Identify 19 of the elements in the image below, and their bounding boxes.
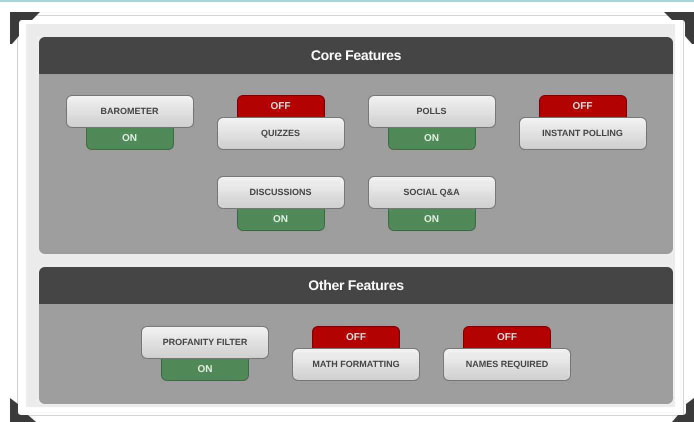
feature-label-button[interactable]: BAROMETER: [66, 95, 194, 128]
feature-label-button[interactable]: DISCUSSIONS: [216, 176, 344, 209]
off-toggle[interactable]: OFF: [538, 95, 626, 117]
off-toggle[interactable]: OFF: [312, 326, 400, 348]
feature-label-button[interactable]: MATH FORMATTING: [292, 348, 420, 381]
feature-label-button[interactable]: INSTANT POLLING: [518, 117, 646, 150]
corner-bracket-icon: [10, 12, 40, 44]
corner-bracket-icon: [10, 398, 36, 422]
feature-label-button[interactable]: PROFANITY FILTER: [141, 326, 269, 359]
section-title: Other Features: [308, 276, 404, 295]
feature-label-button[interactable]: POLLS: [368, 95, 496, 128]
section-title: Core Features: [310, 46, 402, 65]
corner-bracket-icon: [672, 398, 694, 422]
feature-label-button[interactable]: QUIZZES: [216, 117, 344, 150]
feature-label-button[interactable]: SOCIAL Q&A: [368, 176, 496, 209]
off-toggle[interactable]: OFF: [236, 95, 324, 117]
feature-label-button[interactable]: NAMES REQUIRED: [443, 348, 571, 381]
corner-bracket-icon: [664, 12, 694, 44]
off-toggle[interactable]: OFF: [463, 326, 551, 348]
